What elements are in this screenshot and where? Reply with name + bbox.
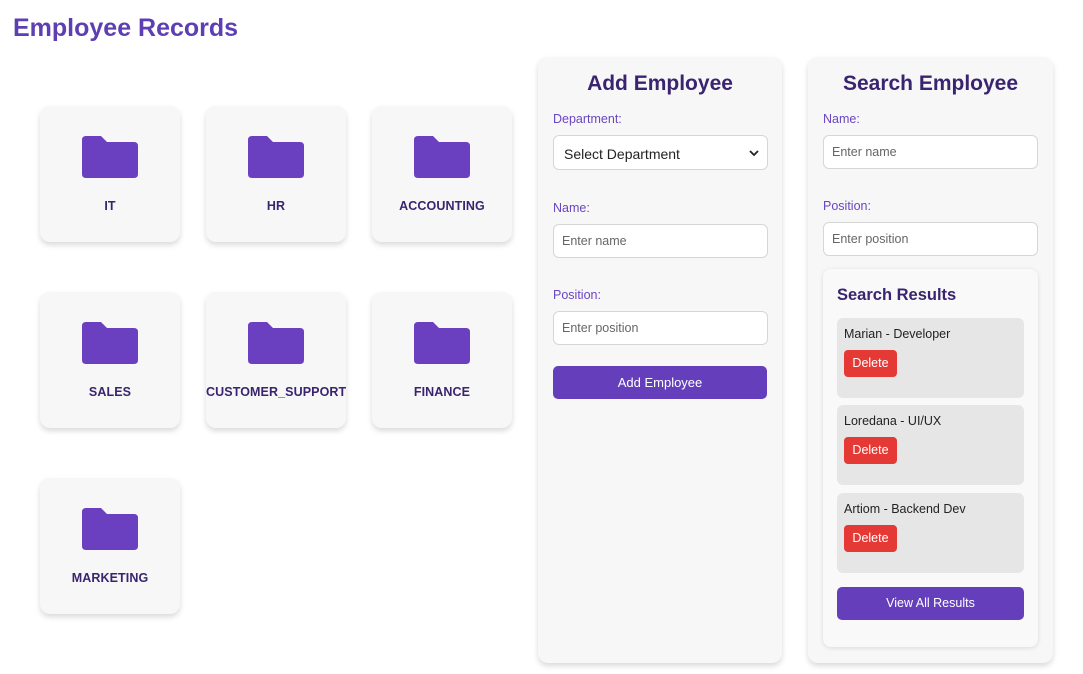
name-input[interactable]: [553, 224, 768, 258]
search-name-input[interactable]: [823, 135, 1038, 169]
search-results-title: Search Results: [837, 286, 957, 304]
name-label: Name:: [553, 201, 590, 215]
result-text: Marian - Developer: [844, 327, 951, 341]
search-results-box: Search Results Marian - Developer Delete…: [823, 269, 1038, 647]
folder-icon: [82, 322, 138, 364]
view-all-results-button[interactable]: View All Results: [837, 587, 1024, 620]
department-select-value: Select Department: [564, 146, 680, 162]
result-text: Loredana - UI/UX: [844, 414, 942, 428]
add-employee-panel: Add Employee Department: Select Departme…: [538, 57, 782, 663]
delete-button[interactable]: Delete: [844, 350, 897, 377]
folder-icon: [248, 322, 304, 364]
chevron-down-icon: [749, 150, 759, 157]
folder-label: IT: [104, 199, 116, 213]
search-position-input[interactable]: [823, 222, 1038, 256]
folder-label: FINANCE: [413, 385, 471, 399]
folder-card-marketing[interactable]: MARKETING: [40, 478, 180, 614]
folder-card-it[interactable]: IT: [40, 106, 180, 242]
folder-icon: [82, 508, 138, 550]
delete-button[interactable]: Delete: [844, 525, 897, 552]
position-input[interactable]: [553, 311, 768, 345]
folder-card-customer-support[interactable]: CUSTOMER_SUPPORT: [206, 292, 346, 428]
folder-icon: [248, 136, 304, 178]
delete-button[interactable]: Delete: [844, 437, 897, 464]
folder-icon: [414, 322, 470, 364]
folder-label: HR: [266, 199, 286, 213]
department-label: Department:: [553, 112, 622, 126]
folder-label: ACCOUNTING: [399, 199, 485, 213]
add-employee-title: Add Employee: [587, 72, 733, 95]
search-employee-panel: Search Employee Name: Position: Search R…: [808, 57, 1053, 663]
folder-card-sales[interactable]: SALES: [40, 292, 180, 428]
department-select[interactable]: Select Department: [553, 135, 768, 170]
search-name-label: Name:: [823, 112, 860, 126]
result-item: Loredana - UI/UX Delete: [837, 405, 1024, 485]
result-text: Artiom - Backend Dev: [844, 502, 966, 516]
page-title: Employee Records: [13, 14, 239, 42]
folder-card-accounting[interactable]: ACCOUNTING: [372, 106, 512, 242]
folder-icon: [82, 136, 138, 178]
folder-label: CUSTOMER_SUPPORT: [206, 385, 347, 399]
folder-label: MARKETING: [71, 571, 149, 585]
folder-label: SALES: [88, 385, 132, 399]
result-item: Artiom - Backend Dev Delete: [837, 493, 1024, 573]
folder-card-finance[interactable]: FINANCE: [372, 292, 512, 428]
folder-card-hr[interactable]: HR: [206, 106, 346, 242]
search-employee-title: Search Employee: [842, 72, 1019, 95]
position-label: Position:: [553, 288, 601, 302]
search-position-label: Position:: [823, 199, 871, 213]
add-employee-button[interactable]: Add Employee: [553, 366, 767, 399]
folder-icon: [414, 136, 470, 178]
result-item: Marian - Developer Delete: [837, 318, 1024, 398]
